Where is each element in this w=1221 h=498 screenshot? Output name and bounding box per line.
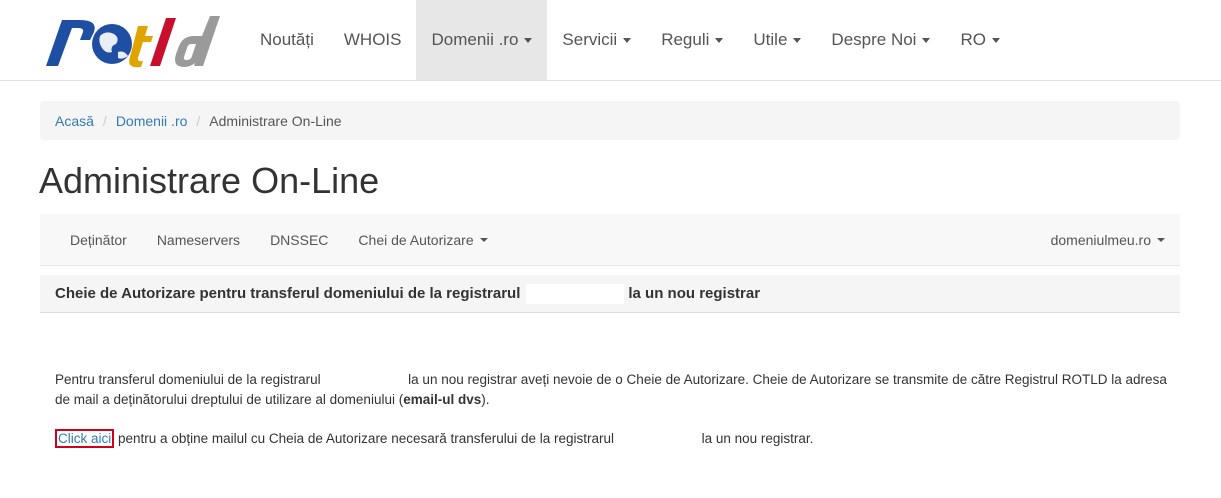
nav-item-servicii[interactable]: Servicii	[547, 0, 646, 80]
breadcrumb-separator: /	[102, 112, 107, 129]
caret-down-icon	[524, 37, 533, 43]
panel-heading: Cheie de Autorizare pentru transferul do…	[40, 275, 1180, 313]
nav-label: Noutăți	[260, 30, 314, 49]
rotld-logo[interactable]	[40, 12, 230, 70]
p2-mid: pentru a obține mailul cu Cheia de Autor…	[118, 431, 615, 446]
breadcrumb-current: Administrare On-Line	[209, 112, 342, 129]
transfer-info-paragraph: Pentru transferul domeniului de la regis…	[55, 370, 1170, 410]
caret-down-icon	[715, 37, 724, 43]
domain-selector-label: domeniulmeu.ro	[1050, 232, 1151, 248]
p1-bold: email-ul dvs	[403, 392, 482, 407]
subnav-item-dnssec[interactable]: DNSSEC	[255, 214, 343, 266]
caret-down-icon	[1157, 238, 1165, 242]
caret-down-icon	[479, 238, 488, 242]
logo-graphic	[46, 16, 220, 68]
nav-item-utile[interactable]: Utile	[738, 0, 816, 80]
main-nav: Noutăți WHOIS Domenii .ro Servicii Regul…	[245, 0, 1015, 80]
subnav-label: Nameservers	[156, 232, 241, 248]
top-navbar: Noutăți WHOIS Domenii .ro Servicii Regul…	[0, 0, 1221, 81]
nav-label: WHOIS	[343, 30, 402, 49]
nav-item-whois[interactable]: WHOIS	[329, 0, 417, 80]
nav-label: Reguli	[661, 30, 710, 49]
nav-label: Despre Noi	[831, 30, 917, 49]
nav-item-language[interactable]: RO	[945, 0, 1015, 80]
caret-down-icon	[623, 37, 632, 43]
click-instruction-paragraph: Click aici pentru a obține mailul cu Che…	[55, 429, 1170, 449]
page-title: Administrare On-Line	[39, 160, 380, 201]
p1-start: Pentru transferul domeniului de la regis…	[55, 372, 321, 387]
nav-label: Domenii .ro	[431, 30, 519, 49]
nav-item-domenii[interactable]: Domenii .ro	[416, 0, 548, 80]
subnav-label: DNSSEC	[270, 232, 329, 248]
nav-item-reguli[interactable]: Reguli	[646, 0, 738, 80]
caret-down-icon	[793, 37, 802, 43]
breadcrumb-section-link[interactable]: Domenii .ro	[116, 113, 188, 129]
subnav-item-nameservers[interactable]: Nameservers	[142, 214, 255, 266]
nav-label: RO	[960, 30, 986, 49]
p2-end: la un nou registrar.	[701, 431, 814, 446]
panel-heading-end: la un nou registrar	[628, 285, 761, 302]
click-here-link[interactable]: Click aici	[55, 429, 115, 448]
breadcrumb-separator: /	[196, 112, 201, 129]
breadcrumb: Acasă / Domenii .ro / Administrare On-Li…	[40, 101, 1180, 140]
caret-down-icon	[922, 37, 931, 43]
redacted-registrar	[526, 283, 625, 304]
caret-down-icon	[991, 37, 1000, 43]
subnav-item-chei-autorizare[interactable]: Chei de Autorizare	[343, 214, 502, 266]
nav-label: Utile	[753, 30, 788, 49]
subnav-label: Deținător	[70, 232, 127, 248]
nav-item-despre-noi[interactable]: Despre Noi	[816, 0, 945, 80]
admin-subnav: Deținător Nameservers DNSSEC Chei de Aut…	[40, 214, 1180, 266]
domain-selector[interactable]: domeniulmeu.ro	[1051, 214, 1165, 266]
subnav-label: Chei de Autorizare	[358, 232, 474, 248]
p1-end: ).	[481, 392, 490, 407]
nav-label: Servicii	[562, 30, 618, 49]
breadcrumb-home-link[interactable]: Acasă	[55, 113, 94, 129]
subnav-item-detinator[interactable]: Deținător	[55, 214, 142, 266]
panel-heading-start: Cheie de Autorizare pentru transferul do…	[55, 285, 521, 302]
nav-item-noutati[interactable]: Noutăți	[245, 0, 329, 80]
